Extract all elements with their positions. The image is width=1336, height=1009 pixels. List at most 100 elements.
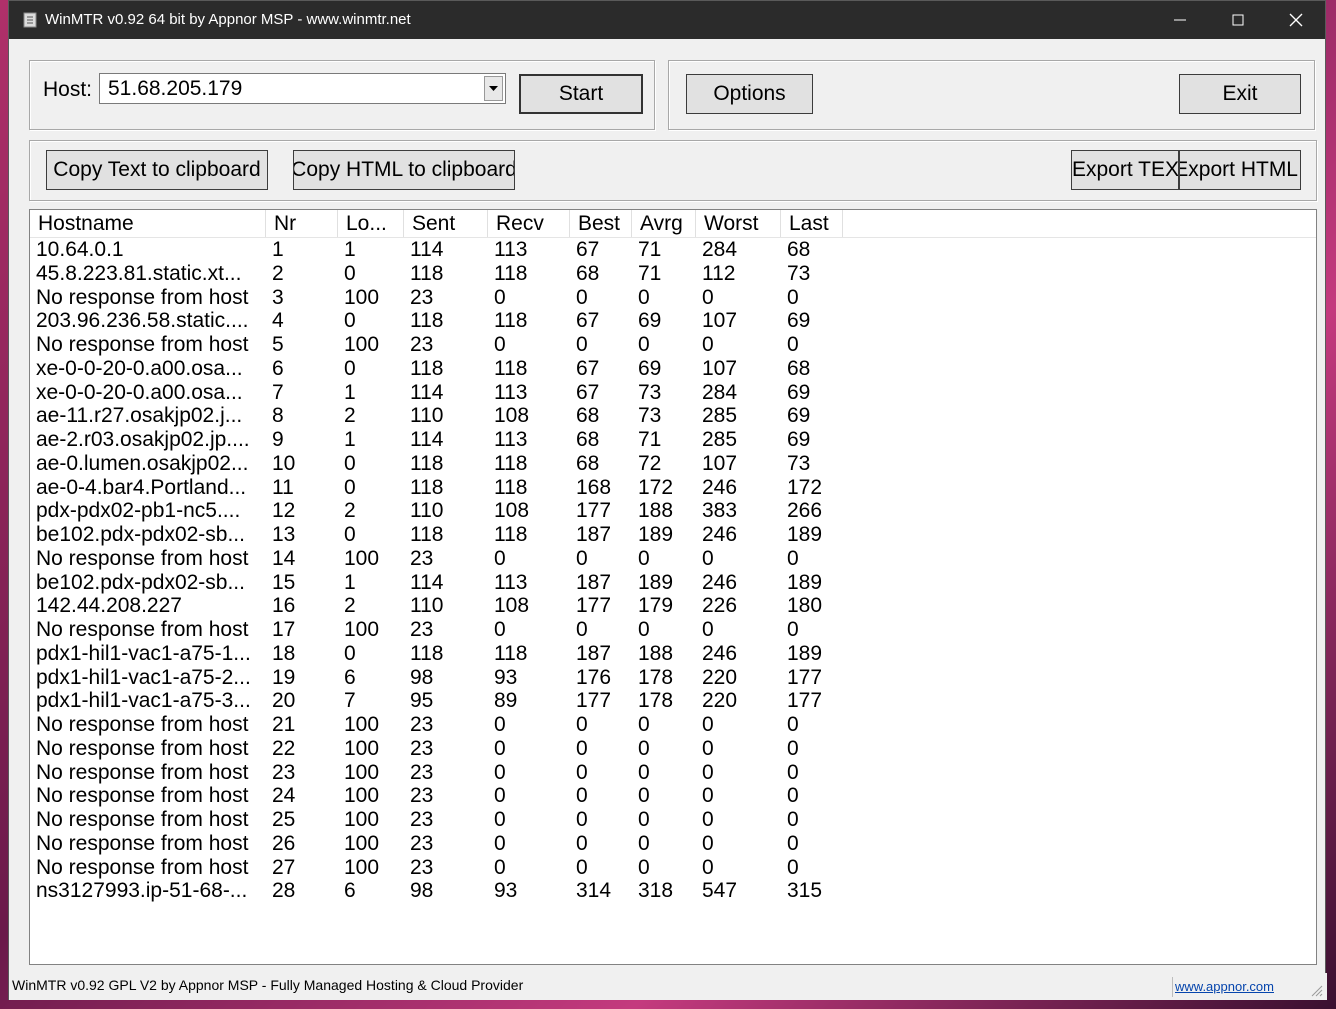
cell-sent: 118: [410, 451, 444, 475]
table-row[interactable]: No response from host 27 100 23 0 0 0 0 0: [30, 856, 930, 880]
chevron-down-icon: [489, 85, 498, 91]
cell-best: 187: [576, 641, 612, 665]
table-row[interactable]: ae-0.lumen.osakjp02... 10 0 118 118 68 72 107 73: [30, 452, 930, 476]
cell-hostname: ae-2.r03.osakjp02.jp....: [36, 428, 250, 451]
cell-best: 0: [576, 831, 588, 855]
cell-best: 67: [576, 238, 600, 261]
table-row[interactable]: No response from host 25 100 23 0 0 0 0 0: [30, 808, 930, 832]
table-row[interactable]: No response from host 22 100 23 0 0 0 0 0: [30, 737, 930, 761]
minimize-button[interactable]: [1151, 1, 1209, 39]
column-header-loss[interactable]: Lo...: [338, 210, 404, 237]
table-row[interactable]: 45.8.223.81.static.xt... 2 0 118 118 68 71 112 7…: [30, 262, 930, 286]
cell-last: 0: [787, 618, 799, 641]
cell-best: 187: [576, 523, 612, 546]
window-title: WinMTR v0.92 64 bit by Appnor MSP - www.…: [45, 11, 411, 28]
exit-button[interactable]: Exit: [1179, 74, 1301, 114]
table-row[interactable]: 142.44.208.227 16 2 110 108 177 179 226 180: [30, 594, 930, 618]
table-row[interactable]: ns3127993.ip-51-68-... 28 6 98 93 314 318 547 31…: [30, 879, 930, 903]
cell-sent: 118: [410, 475, 444, 499]
table-row[interactable]: ae-11.r27.osakjp02.j... 8 2 110 108 68 73 285 69: [30, 404, 930, 428]
options-button[interactable]: Options: [686, 74, 813, 114]
table-row[interactable]: No response from host 23 100 23 0 0 0 0 0: [30, 761, 930, 785]
column-header-best[interactable]: Best: [570, 210, 632, 237]
host-combobox[interactable]: 51.68.205.179: [99, 73, 506, 104]
cell-best: 0: [576, 285, 588, 309]
table-row[interactable]: xe-0-0-20-0.a00.osa... 7 1 114 113 67 73 284 69: [30, 381, 930, 405]
maximize-button[interactable]: [1209, 1, 1267, 39]
cell-avrg: 0: [638, 713, 650, 736]
cell-recv: 118: [494, 523, 528, 546]
cell-loss: 1: [344, 428, 356, 451]
column-header-avrg[interactable]: Avrg: [632, 210, 696, 237]
cell-recv: 108: [494, 404, 530, 428]
table-row[interactable]: No response from host 14 100 23 0 0 0 0 0: [30, 547, 930, 571]
cell-loss: 100: [344, 285, 380, 309]
table-row[interactable]: No response from host 24 100 23 0 0 0 0 0: [30, 784, 930, 808]
cell-last: 69: [787, 428, 811, 451]
appnor-link[interactable]: www.appnor.com: [1175, 979, 1274, 994]
cell-nr: 17: [272, 618, 296, 641]
table-row[interactable]: pdx1-hil1-vac1-a75-2... 19 6 98 93 176 178 220 1…: [30, 666, 930, 690]
cell-avrg: 178: [638, 689, 674, 713]
table-row[interactable]: pdx-pdx02-pb1-nc5.... 12 2 110 108 177 188 383 2…: [30, 499, 930, 523]
cell-recv: 0: [494, 713, 506, 736]
table-row[interactable]: be102.pdx-pdx02-sb... 15 1 114 113 187 189 246 1…: [30, 571, 930, 595]
table-row[interactable]: ae-0-4.bar4.Portland... 11 0 118 118 168 172 24…: [30, 476, 930, 500]
host-value[interactable]: 51.68.205.179: [108, 77, 242, 101]
cell-loss: 0: [344, 451, 356, 475]
column-header-sent[interactable]: Sent: [404, 210, 488, 237]
table-row[interactable]: No response from host 5 100 23 0 0 0 0 0: [30, 333, 930, 357]
cell-worst: 107: [702, 309, 738, 333]
cell-sent: 23: [410, 546, 434, 570]
title-bar[interactable]: WinMTR v0.92 64 bit by Appnor MSP - www.…: [9, 1, 1325, 39]
export-text-button[interactable]: Export TEXT: [1071, 150, 1179, 190]
cell-hostname: No response from host: [36, 808, 249, 831]
cell-recv: 118: [494, 475, 528, 499]
dropdown-button[interactable]: [484, 76, 503, 101]
cell-last: 69: [787, 309, 811, 333]
column-header-nr[interactable]: Nr: [266, 210, 338, 237]
cell-last: 0: [787, 546, 799, 570]
copy-text-button[interactable]: Copy Text to clipboard: [46, 150, 268, 190]
cell-sent: 118: [410, 523, 444, 546]
close-button[interactable]: [1267, 1, 1325, 39]
column-header-last[interactable]: Last: [781, 210, 843, 237]
cell-worst: 0: [702, 618, 714, 641]
copy-html-button[interactable]: Copy HTML to clipboard: [293, 150, 515, 190]
start-button[interactable]: Start: [519, 74, 643, 114]
cell-hostname: No response from host: [36, 736, 249, 760]
cell-last: 69: [787, 380, 811, 404]
cell-hostname: No response from host: [36, 546, 249, 570]
table-row[interactable]: 10.64.0.1 1 1 114 113 67 71 284 68: [30, 238, 930, 262]
table-row[interactable]: No response from host 21 100 23 0 0 0 0 0: [30, 713, 930, 737]
table-row[interactable]: pdx1-hil1-vac1-a75-1... 18 0 118 118 187 188 24…: [30, 642, 930, 666]
resize-grip-icon[interactable]: [1309, 983, 1323, 997]
cell-loss: 100: [344, 808, 380, 831]
results-table[interactable]: Hostname Nr Lo... Sent Recv Best Avrg Worst Last…: [29, 209, 1317, 965]
table-row[interactable]: ae-2.r03.osakjp02.jp.... 9 1 114 113 68 71 285 6…: [30, 428, 930, 452]
cell-sent: 110: [410, 594, 444, 618]
cell-best: 0: [576, 784, 588, 808]
cell-sent: 114: [410, 380, 444, 404]
cell-recv: 0: [494, 760, 506, 784]
cell-best: 177: [576, 689, 612, 713]
cell-hostname: be102.pdx-pdx02-sb...: [36, 523, 245, 546]
cell-worst: 246: [702, 523, 738, 546]
table-row[interactable]: No response from host 26 100 23 0 0 0 0 0: [30, 832, 930, 856]
column-header-hostname[interactable]: Hostname: [30, 210, 266, 237]
table-row[interactable]: xe-0-0-20-0.a00.osa... 6 0 118 118 67 69 107 68: [30, 357, 930, 381]
column-header-recv[interactable]: Recv: [488, 210, 570, 237]
export-html-button[interactable]: Export HTML: [1179, 150, 1301, 190]
cell-best: 68: [576, 261, 600, 285]
column-header-worst[interactable]: Worst: [696, 210, 781, 237]
table-row[interactable]: pdx1-hil1-vac1-a75-3... 20 7 95 89 177 178 220 1…: [30, 689, 930, 713]
cell-sent: 118: [410, 356, 444, 380]
maximize-icon: [1232, 14, 1244, 26]
minimize-icon: [1174, 19, 1186, 21]
table-row[interactable]: be102.pdx-pdx02-sb... 13 0 118 118 187 189 246 1…: [30, 523, 930, 547]
table-row[interactable]: 203.96.236.58.static.... 4 0 118 118 67 69 107 6…: [30, 309, 930, 333]
table-row[interactable]: No response from host 3 100 23 0 0 0 0 0: [30, 286, 930, 310]
table-row[interactable]: No response from host 17 100 23 0 0 0 0 0: [30, 618, 930, 642]
cell-last: 0: [787, 333, 799, 356]
cell-sent: 114: [410, 238, 444, 261]
